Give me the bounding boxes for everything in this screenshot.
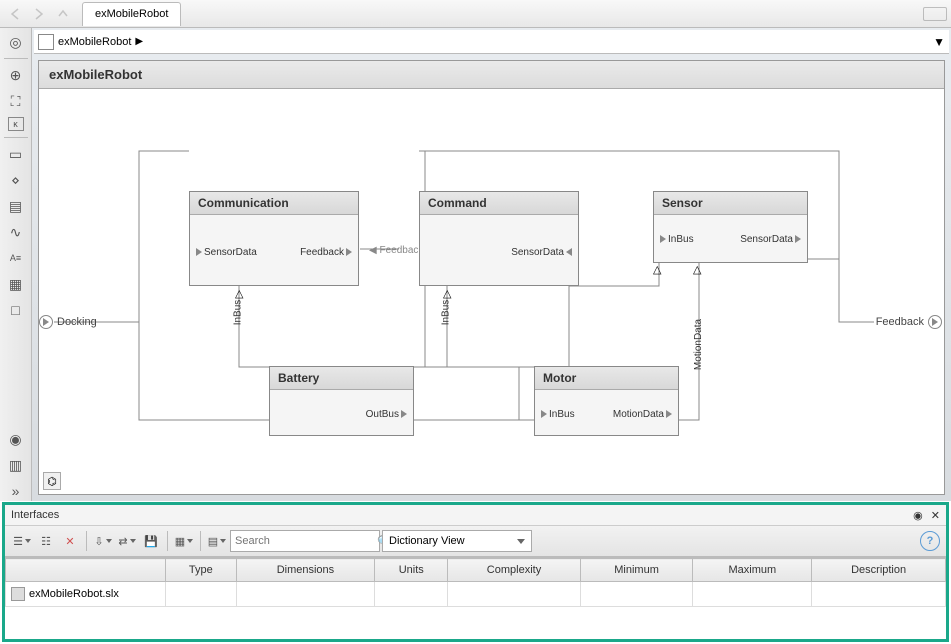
port-sensordata: SensorData — [511, 247, 574, 258]
model-icon — [38, 34, 54, 50]
text-icon[interactable]: A≡ — [6, 248, 26, 268]
link-button[interactable]: ⇄ — [116, 530, 138, 552]
document-tab[interactable]: exMobileRobot — [82, 2, 181, 26]
add-interface-button[interactable]: ☰ — [11, 530, 33, 552]
top-toolbar: exMobileRobot — [0, 0, 951, 28]
ext-feedback-label: ◀ Feedback — [369, 245, 423, 256]
block-title: Sensor — [654, 192, 807, 215]
box-k-icon[interactable]: ĸ — [8, 117, 24, 131]
column-complexity[interactable]: Complexity — [448, 559, 580, 582]
empty-box-icon[interactable]: □ — [6, 300, 26, 320]
search-input[interactable] — [235, 535, 377, 547]
block-communication[interactable]: Communication SensorData Feedback — [189, 191, 359, 286]
add-element-button[interactable]: ☷ — [35, 530, 57, 552]
port-sensordata: SensorData — [740, 234, 803, 245]
port-inbus-comm: InBus — [232, 300, 243, 326]
external-port-docking[interactable]: Docking — [39, 315, 97, 329]
image-icon[interactable]: ▦ — [6, 274, 26, 294]
close-icon[interactable]: ✕ — [931, 509, 940, 522]
interfaces-titlebar: Interfaces ◉ ✕ — [5, 505, 946, 525]
target-icon[interactable]: ◎ — [6, 32, 26, 52]
port-triangle-icon: △ — [443, 287, 451, 300]
block-motor[interactable]: Motor InBus MotionData — [534, 366, 679, 436]
interfaces-toolbar: ☰ ☷ ✕ ⇩ ⇄ 💾 ▦ ▤ 🔍 Dictionary View ? — [5, 525, 946, 557]
fit-icon[interactable]: ⛶ — [6, 91, 26, 111]
canvas-container: exMobileRobot ▶ ▼ exMobileRobot — [32, 28, 951, 501]
delete-button[interactable]: ✕ — [59, 530, 81, 552]
column-name[interactable] — [6, 559, 166, 582]
search-box[interactable]: 🔍 — [230, 530, 380, 552]
breadcrumb-bar: exMobileRobot ▶ ▼ — [34, 30, 949, 54]
hierarchy-icon[interactable]: ⌬ — [43, 472, 61, 490]
interfaces-table: Type Dimensions Units Complexity Minimum… — [5, 557, 946, 639]
list-icon[interactable]: ▥ — [6, 455, 26, 475]
column-minimum[interactable]: Minimum — [580, 559, 693, 582]
docking-label: Docking — [57, 316, 97, 328]
panel-icon[interactable]: ▭ — [6, 144, 26, 164]
view-select[interactable]: Dictionary View — [382, 530, 532, 552]
block-title: Battery — [270, 367, 413, 390]
diagram: Communication SensorData Feedback InBus … — [39, 91, 944, 494]
view-button[interactable]: ▤ — [206, 530, 228, 552]
port-triangle-icon: △ — [235, 287, 243, 300]
model-title: exMobileRobot — [39, 61, 944, 89]
nav-forward-button[interactable] — [28, 3, 50, 25]
camera-icon[interactable]: ◉ — [6, 429, 26, 449]
zoom-in-icon[interactable]: ⊕ — [6, 65, 26, 85]
code-icon[interactable]: ⋄ — [6, 170, 26, 190]
wires-layer — [39, 91, 944, 494]
block-command[interactable]: Command SensorData — [419, 191, 579, 286]
interfaces-panel: Interfaces ◉ ✕ ☰ ☷ ✕ ⇩ ⇄ 💾 ▦ ▤ 🔍 Diction… — [5, 505, 946, 639]
feedback-label: Feedback — [876, 316, 924, 328]
keyboard-icon[interactable] — [923, 7, 947, 21]
import-button[interactable]: ⇩ — [92, 530, 114, 552]
more-icon[interactable]: » — [6, 481, 26, 501]
tab-label: exMobileRobot — [95, 8, 168, 20]
port-outbus: OutBus — [366, 409, 409, 420]
left-sidebar: ◎ ⊕ ⛶ ĸ ▭ ⋄ ▤ ∿ A≡ ▦ □ ◉ ▥ » — [0, 28, 32, 501]
port-motiondata: MotionData — [613, 409, 674, 420]
breadcrumb-arrow-icon[interactable]: ▶ — [135, 36, 143, 47]
nav-back-button[interactable] — [4, 3, 26, 25]
port-inbus: InBus — [658, 234, 694, 245]
chart-icon[interactable]: ∿ — [6, 222, 26, 242]
column-type[interactable]: Type — [166, 559, 237, 582]
port-triangle-icon: △ — [653, 263, 661, 276]
breadcrumb-text[interactable]: exMobileRobot — [58, 36, 131, 48]
port-triangle-icon: △ — [693, 263, 701, 276]
save-button[interactable]: 💾 — [140, 530, 162, 552]
external-port-feedback[interactable]: Feedback — [876, 315, 942, 329]
filter-button[interactable]: ▦ — [173, 530, 195, 552]
column-maximum[interactable]: Maximum — [693, 559, 812, 582]
port-inbus: InBus — [539, 409, 575, 420]
table-row[interactable]: exMobileRobot.slx — [6, 582, 946, 607]
main-area: ◎ ⊕ ⛶ ĸ ▭ ⋄ ▤ ∿ A≡ ▦ □ ◉ ▥ » exMobileRob… — [0, 28, 951, 501]
block-title: Command — [420, 192, 578, 215]
block-sensor[interactable]: Sensor InBus SensorData — [653, 191, 808, 263]
block-title: Motor — [535, 367, 678, 390]
minimize-icon[interactable]: ◉ — [913, 509, 923, 522]
view-select-label: Dictionary View — [389, 535, 465, 547]
port-motiondata-sensor: MotionData — [693, 319, 704, 370]
column-description[interactable]: Description — [812, 559, 946, 582]
port-sensordata: SensorData — [194, 247, 257, 258]
layers-icon[interactable]: ▤ — [6, 196, 26, 216]
nav-up-button[interactable] — [52, 3, 74, 25]
column-units[interactable]: Units — [375, 559, 448, 582]
port-feedback: Feedback — [300, 247, 354, 258]
breadcrumb-dropdown-icon[interactable]: ▼ — [933, 35, 945, 49]
block-title: Communication — [190, 192, 358, 215]
interfaces-title: Interfaces — [11, 509, 59, 521]
diagram-canvas[interactable]: exMobileRobot Communicat — [38, 60, 945, 495]
file-icon — [11, 587, 25, 601]
port-inbus-cmd: InBus — [440, 300, 451, 326]
column-dimensions[interactable]: Dimensions — [236, 559, 375, 582]
file-name: exMobileRobot.slx — [29, 588, 119, 600]
block-battery[interactable]: Battery OutBus — [269, 366, 414, 436]
help-button[interactable]: ? — [920, 531, 940, 551]
table-header-row: Type Dimensions Units Complexity Minimum… — [6, 559, 946, 582]
